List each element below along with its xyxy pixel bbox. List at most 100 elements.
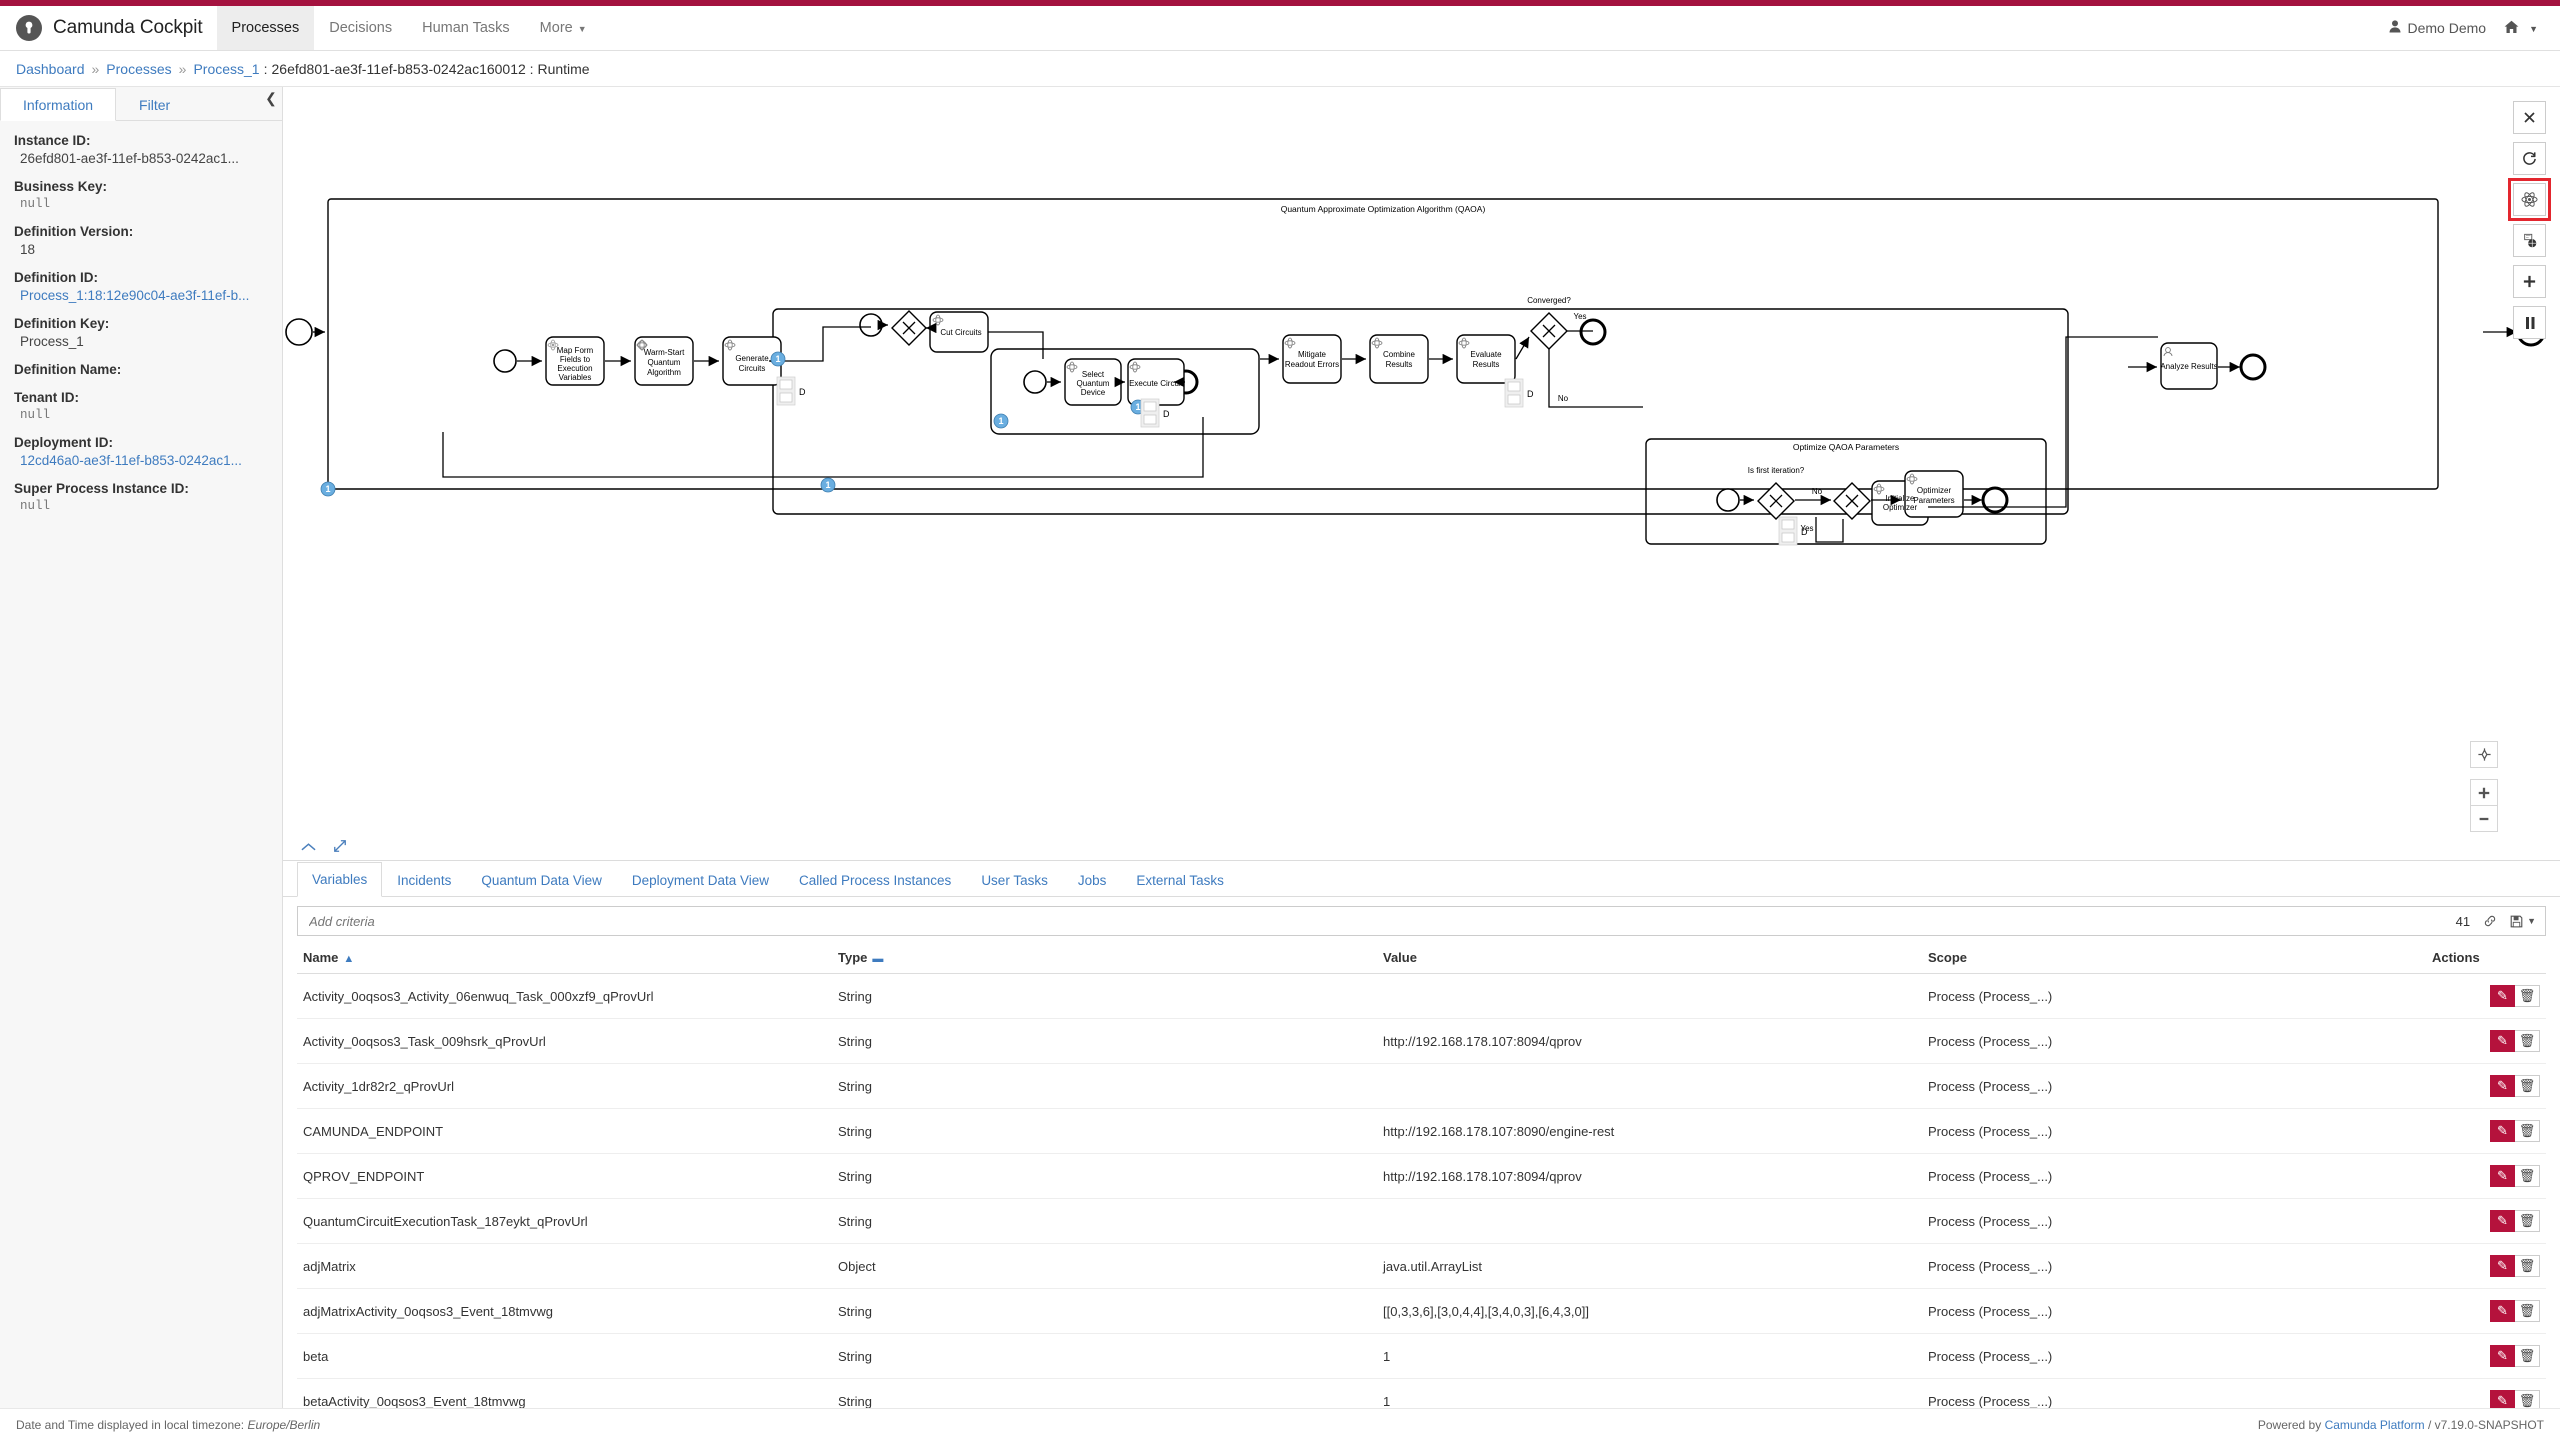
task-labels: Map Form Fields to Execution Variables W… (557, 328, 2218, 512)
nav-item-processes[interactable]: Processes (216, 6, 315, 50)
edit-icon[interactable]: ✎ (2490, 1075, 2515, 1097)
svg-text:1: 1 (998, 416, 1003, 426)
table-row[interactable]: beta String 1 Process (Process_...) ✎ 🗑 (297, 1333, 2546, 1379)
tab-external-tasks[interactable]: External Tasks (1121, 862, 1239, 897)
cell-scope[interactable]: Process (Process_...) (1922, 1153, 2426, 1199)
cell-scope[interactable]: Process (Process_...) (1922, 1063, 2426, 1109)
tab-deployment-data-view[interactable]: Deployment Data View (617, 862, 784, 897)
delete-trash-icon[interactable]: 🗑 (2515, 985, 2540, 1007)
table-row[interactable]: adjMatrixActivity_0oqsos3_Event_18tmvwg … (297, 1288, 2546, 1334)
edit-icon[interactable]: ✎ (2490, 1255, 2515, 1277)
table-row[interactable]: Activity_0oqsos3_Task_009hsrk_qProvUrl S… (297, 1018, 2546, 1064)
tab-quantum-data-view-label: Quantum Data View (481, 872, 602, 888)
cell-scope[interactable]: Process (Process_...) (1922, 1333, 2426, 1379)
brand[interactable]: Camunda Cockpit (0, 6, 217, 50)
filter-box[interactable]: 41 ▼ (297, 906, 2546, 936)
tab-incidents-label: Incidents (397, 872, 452, 888)
value-deployment-id[interactable]: 12cd46a0-ae3f-11ef-b853-0242ac1... (14, 453, 282, 468)
nav-item-decisions[interactable]: Decisions (314, 6, 407, 50)
chevron-down-icon-home: ▼ (2529, 24, 2538, 34)
bpmn-diagram[interactable]: Quantum Approximate Optimization Algorit… (283, 87, 2560, 860)
refresh-icon[interactable] (2513, 142, 2546, 175)
cell-scope[interactable]: Process (Process_...) (1922, 1108, 2426, 1154)
collapse-sidebar-icon[interactable]: ❮ (260, 87, 282, 109)
quantum-atom-icon[interactable] (2508, 178, 2551, 221)
zoom-out-icon[interactable] (2470, 805, 2498, 832)
delete-trash-icon[interactable]: 🗑 (2515, 1165, 2540, 1187)
delete-trash-icon[interactable]: 🗑 (2515, 1390, 2540, 1408)
cell-scope[interactable]: Process (Process_...) (1922, 1288, 2426, 1334)
expand-fullscreen-icon[interactable] (333, 839, 347, 856)
table-row[interactable]: betaActivity_0oqsos3_Event_18tmvwg Strin… (297, 1378, 2546, 1408)
delete-trash-icon[interactable]: 🗑 (2515, 1300, 2540, 1322)
cell-scope[interactable]: Process (Process_...) (1922, 1243, 2426, 1289)
start-event-loop (859, 313, 883, 337)
search-input[interactable] (307, 912, 2456, 930)
delete-trash-icon[interactable]: 🗑 (2515, 1075, 2540, 1097)
svg-text:Results: Results (1473, 360, 1500, 369)
edit-icon[interactable]: ✎ (2490, 1210, 2515, 1232)
edit-icon[interactable]: ✎ (2490, 1165, 2515, 1187)
user-menu[interactable]: Demo Demo (2389, 20, 2486, 36)
overlay-markers[interactable]: D D D D (776, 376, 1808, 546)
edit-icon[interactable]: ✎ (2490, 985, 2515, 1007)
delete-trash-icon[interactable]: 🗑 (2515, 1120, 2540, 1142)
add-icon[interactable] (2513, 265, 2546, 298)
tab-variables[interactable]: Variables (297, 862, 383, 897)
zoom-in-icon[interactable] (2470, 779, 2498, 806)
variables-table-container[interactable]: Name ▲ Type ▬ Value Scope Actions Activi… (283, 942, 2560, 1408)
edit-icon[interactable]: ✎ (2490, 1300, 2515, 1322)
table-row[interactable]: QuantumCircuitExecutionTask_187eykt_qPro… (297, 1198, 2546, 1244)
cell-value[interactable]: java.util.ArrayList (1377, 1243, 1922, 1289)
column-header-name[interactable]: Name ▲ (297, 942, 832, 974)
breadcrumb-dashboard[interactable]: Dashboard (16, 61, 85, 77)
save-filter-icon[interactable]: ▼ (2510, 915, 2536, 928)
tab-incidents[interactable]: Incidents (382, 862, 466, 897)
nav-item-more[interactable]: More ▼ (525, 6, 602, 50)
camunda-platform-link[interactable]: Camunda Platform (2325, 1418, 2425, 1432)
tab-user-tasks[interactable]: User Tasks (966, 862, 1063, 897)
close-icon[interactable] (2513, 101, 2546, 134)
table-row[interactable]: QPROV_ENDPOINT String http://192.168.178… (297, 1153, 2546, 1199)
reset-zoom-icon[interactable] (2470, 741, 2498, 768)
sidebar-tab-filter[interactable]: Filter (116, 88, 193, 121)
column-header-type[interactable]: Type ▬ (832, 942, 1377, 974)
delete-trash-icon[interactable]: 🗑 (2515, 1345, 2540, 1367)
suspend-pause-icon[interactable] (2513, 306, 2546, 339)
breadcrumb-colon: : (263, 60, 268, 77)
sidebar-tab-information[interactable]: Information (0, 88, 117, 121)
cell-scope[interactable]: Process (Process_...) (1922, 1198, 2426, 1244)
column-header-value[interactable]: Value (1377, 942, 1922, 974)
value-definition-id[interactable]: Process_1:18:12e90c04-ae3f-11ef-b... (14, 288, 282, 303)
nav-item-human-tasks[interactable]: Human Tasks (407, 6, 525, 50)
tab-called-process-instances[interactable]: Called Process Instances (784, 862, 966, 897)
edit-icon[interactable]: ✎ (2490, 1390, 2515, 1408)
edit-icon[interactable]: ✎ (2490, 1345, 2515, 1367)
edit-icon[interactable]: ✎ (2490, 1030, 2515, 1052)
label-instance-id: Instance ID: (14, 133, 91, 148)
cell-type: Object (832, 1243, 1377, 1289)
deploy-box-icon[interactable] (2513, 224, 2546, 257)
table-row[interactable]: Activity_0oqsos3_Activity_06enwuq_Task_0… (297, 973, 2546, 1019)
breadcrumb-processes[interactable]: Processes (106, 61, 171, 77)
collapse-panel-icon[interactable] (301, 840, 316, 855)
home-menu[interactable]: ▼ (2504, 20, 2538, 37)
delete-trash-icon[interactable]: 🗑 (2515, 1030, 2540, 1052)
table-row[interactable]: CAMUNDA_ENDPOINT String http://192.168.1… (297, 1108, 2546, 1154)
breadcrumb-process[interactable]: Process_1 (193, 61, 259, 77)
link-icon[interactable] (2483, 914, 2497, 928)
tab-jobs[interactable]: Jobs (1063, 862, 1122, 897)
column-header-scope[interactable]: Scope (1922, 942, 2426, 974)
tab-quantum-data-view[interactable]: Quantum Data View (466, 862, 617, 897)
cell-scope[interactable]: Process (Process_...) (1922, 1378, 2426, 1408)
delete-trash-icon[interactable]: 🗑 (2515, 1210, 2540, 1232)
edit-icon[interactable]: ✎ (2490, 1120, 2515, 1142)
label-definition-version: Definition Version: (14, 224, 134, 239)
cell-scope[interactable]: Process (Process_...) (1922, 973, 2426, 1019)
pool-title: Quantum Approximate Optimization Algorit… (1281, 204, 1486, 214)
table-row[interactable]: adjMatrix Object java.util.ArrayList Pro… (297, 1243, 2546, 1289)
cell-scope[interactable]: Process (Process_...) (1922, 1018, 2426, 1064)
delete-trash-icon[interactable]: 🗑 (2515, 1255, 2540, 1277)
table-row[interactable]: Activity_1dr82r2_qProvUrl String Process… (297, 1063, 2546, 1109)
instance-info-list: Instance ID: 26efd801-ae3f-11ef-b853-024… (0, 121, 282, 513)
